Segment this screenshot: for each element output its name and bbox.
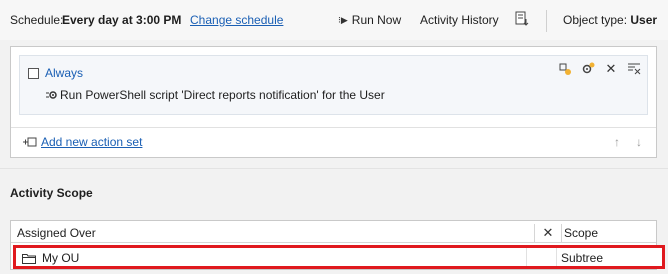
close-icon[interactable]: ✕ bbox=[604, 61, 618, 76]
row-scope: Subtree bbox=[561, 251, 604, 265]
remove-icon[interactable]: ✕ bbox=[534, 224, 562, 242]
powershell-action-icon bbox=[46, 89, 58, 101]
arrow-up-icon[interactable]: ↑ bbox=[614, 135, 620, 149]
reorder-arrows: ↑ ↓ bbox=[614, 135, 642, 149]
object-type-label: Object type: bbox=[563, 13, 628, 27]
change-schedule-link[interactable]: Change schedule bbox=[190, 13, 283, 27]
row-separator bbox=[526, 248, 527, 266]
toolbar-divider bbox=[546, 10, 547, 32]
add-condition-icon[interactable] bbox=[558, 62, 572, 76]
export-icon[interactable] bbox=[514, 11, 530, 27]
row-name-cell: My OU bbox=[22, 251, 79, 265]
run-now-label: Run Now bbox=[351, 13, 402, 27]
schedule-value: Every day at 3:00 PM bbox=[62, 13, 182, 27]
actions-panel: Always Run PowerShell script 'Direct rep… bbox=[10, 46, 657, 158]
add-action-icon[interactable] bbox=[581, 62, 595, 76]
condition-row[interactable]: Always bbox=[28, 66, 83, 80]
row-separator bbox=[556, 248, 557, 266]
clear-icon[interactable] bbox=[627, 62, 641, 76]
object-type-value: User bbox=[630, 13, 658, 27]
condition-label[interactable]: Always bbox=[45, 66, 83, 80]
run-now-button[interactable]: ⁝▶ Run Now bbox=[338, 13, 401, 27]
scope-grid: Assigned Over ✕ Scope My OU Subtree bbox=[10, 220, 665, 270]
activity-history-button[interactable]: Activity History bbox=[420, 13, 499, 27]
panel-separator bbox=[11, 127, 656, 128]
run-icon: ⁝▶ bbox=[338, 14, 348, 25]
folder-icon bbox=[22, 253, 36, 264]
add-action-set-row[interactable]: Add new action set bbox=[23, 135, 142, 149]
schedule-label: Schedule: bbox=[10, 13, 64, 27]
column-scope[interactable]: Scope bbox=[564, 226, 598, 240]
table-row[interactable]: My OU Subtree bbox=[13, 245, 665, 269]
arrow-down-icon[interactable]: ↓ bbox=[636, 135, 642, 149]
section-divider bbox=[0, 168, 668, 169]
grid-header: Assigned Over ✕ Scope bbox=[11, 221, 656, 243]
action-set-tools: ✕ bbox=[558, 61, 641, 76]
action-set[interactable]: Always Run PowerShell script 'Direct rep… bbox=[19, 55, 648, 115]
activity-scope-title: Activity Scope bbox=[10, 186, 93, 200]
condition-icon bbox=[28, 67, 39, 79]
column-assigned-over[interactable]: Assigned Over bbox=[17, 226, 96, 240]
toolbar: Schedule: Every day at 3:00 PM Change sc… bbox=[0, 0, 668, 40]
action-row[interactable]: Run PowerShell script 'Direct reports no… bbox=[46, 88, 385, 102]
row-name: My OU bbox=[42, 251, 80, 265]
action-text: Run PowerShell script 'Direct reports no… bbox=[60, 88, 385, 102]
add-action-set-icon bbox=[23, 136, 37, 148]
object-type: Object type: User bbox=[563, 13, 657, 27]
add-action-set-link[interactable]: Add new action set bbox=[41, 135, 142, 149]
